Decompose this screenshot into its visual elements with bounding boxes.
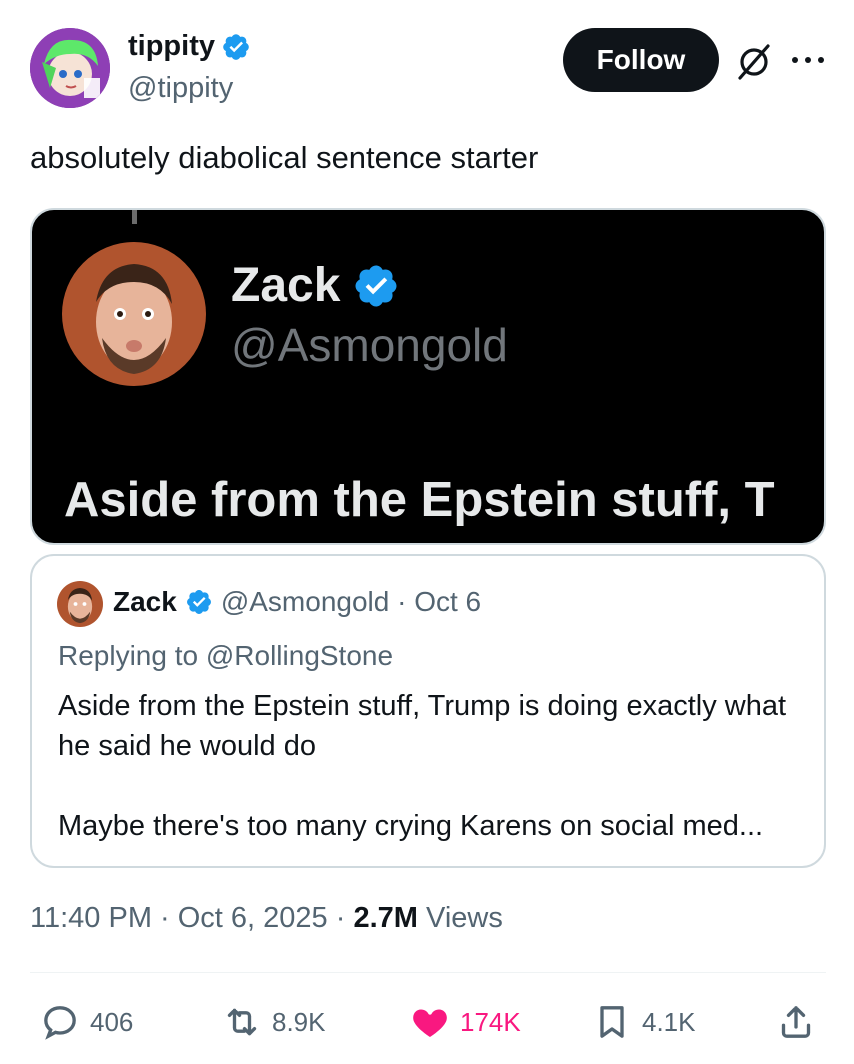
media-name-text: Zack	[231, 259, 341, 312]
views-label: Views	[417, 902, 503, 934]
verified-badge-icon	[186, 590, 211, 614]
quoted-tweet[interactable]: Zack @Asmongold · Oct 6 Replying to @Rol…	[30, 554, 826, 868]
heart-icon	[413, 1009, 447, 1037]
grok-icon[interactable]	[734, 42, 774, 82]
quoted-handle-date[interactable]: @Asmongold · Oct 6	[221, 586, 481, 618]
quoted-replying-to[interactable]: Replying to @RollingStone	[58, 640, 393, 672]
media-thread-line	[132, 210, 137, 224]
tweet-meta: 11:40 PM · Oct 6, 2025 · 2.7M Views	[30, 902, 503, 935]
quoted-body: Aside from the Epstein stuff, Trump is d…	[58, 686, 802, 846]
share-button[interactable]	[776, 1000, 816, 1044]
media-text: Aside from the Epstein stuff, T	[64, 473, 775, 527]
divider	[30, 972, 826, 973]
quoted-text-line2: Maybe there's too many crying Karens on …	[58, 810, 764, 842]
tweet-media-image[interactable]: Zack @Asmongold Aside from the Epstein s…	[30, 208, 826, 545]
views-count: 2.7M	[353, 902, 418, 934]
repost-icon	[227, 1008, 257, 1036]
follow-button[interactable]: Follow	[563, 28, 719, 92]
author-name[interactable]: tippity	[128, 30, 251, 63]
quoted-avatar[interactable]	[57, 581, 103, 627]
repost-count: 8.9K	[272, 1006, 326, 1037]
author-handle[interactable]: @tippity	[128, 72, 233, 105]
bookmark-count: 4.1K	[642, 1006, 696, 1037]
author-name-text[interactable]: tippity	[128, 30, 215, 63]
media-handle: @Asmongold	[231, 319, 508, 371]
repost-button[interactable]: 8.9K	[222, 1000, 326, 1044]
media-name: Zack	[231, 258, 400, 313]
reply-button[interactable]: 406	[40, 1000, 133, 1044]
tweet-text: absolutely diabolical sentence starter	[30, 140, 539, 175]
more-options-icon[interactable]	[790, 52, 826, 68]
verified-badge-icon	[355, 265, 397, 306]
quoted-name[interactable]: Zack	[113, 586, 177, 618]
reply-icon	[44, 1006, 76, 1040]
tweet-timestamp[interactable]: 11:40 PM · Oct 6, 2025 ·	[30, 902, 353, 934]
like-button[interactable]: 174K	[410, 1000, 521, 1044]
verified-badge-icon	[223, 33, 249, 60]
bookmark-icon	[600, 1006, 624, 1038]
reply-count: 406	[90, 1006, 134, 1037]
author-avatar[interactable]	[30, 28, 110, 108]
share-icon	[781, 1006, 811, 1038]
like-count: 174K	[460, 1006, 521, 1037]
quoted-text-line1: Aside from the Epstein stuff, Trump is d…	[58, 690, 787, 762]
media-avatar	[62, 242, 206, 386]
quoted-header: Zack @Asmongold · Oct 6	[113, 586, 481, 618]
bookmark-button[interactable]: 4.1K	[592, 1000, 696, 1044]
